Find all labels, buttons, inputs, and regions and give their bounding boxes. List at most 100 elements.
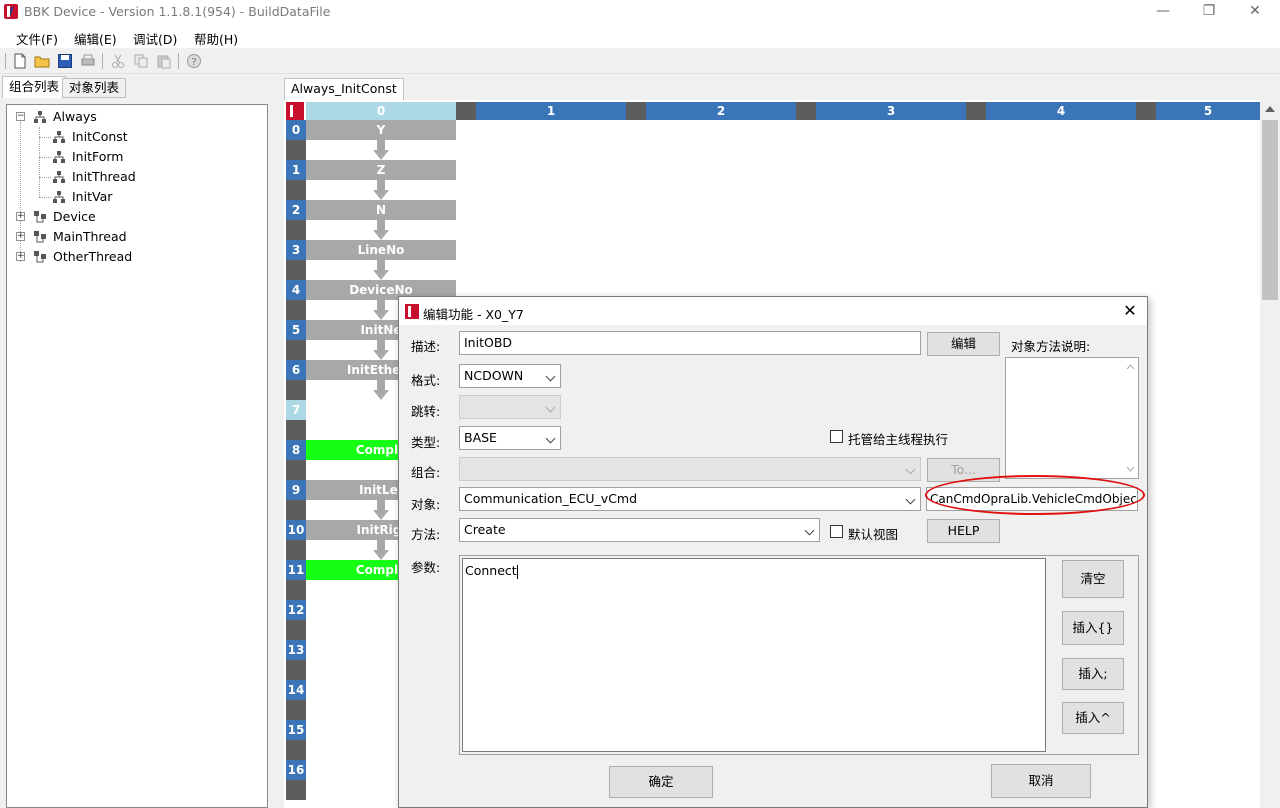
tree-node-device[interactable]: + Device	[15, 207, 255, 227]
row-gap	[286, 580, 306, 600]
expand-icon[interactable]: +	[16, 212, 25, 221]
cut-icon[interactable]	[110, 53, 126, 69]
menu-help[interactable]: 帮助(H)	[194, 29, 238, 48]
row-header[interactable]: 11	[286, 560, 306, 580]
method-desc-label: 对象方法说明:	[1011, 339, 1091, 354]
scroll-up-icon[interactable]	[1265, 106, 1275, 112]
collapse-icon[interactable]: −	[16, 112, 25, 121]
object-select[interactable]: Communication_ECU_vCmd	[459, 487, 921, 511]
column-header[interactable]: 5	[1156, 102, 1260, 120]
minimize-button[interactable]: —	[1140, 0, 1186, 24]
tab-group-list[interactable]: 组合列表	[2, 76, 67, 98]
tab-always-initconst[interactable]: Always_InitConst	[284, 78, 404, 100]
chevron-down-icon	[545, 402, 556, 413]
expand-icon[interactable]: +	[16, 232, 25, 241]
object-label: 对象:	[411, 497, 441, 512]
row-header[interactable]: 13	[286, 640, 306, 660]
tree-node-initconst[interactable]: InitConst	[15, 127, 255, 147]
new-file-icon[interactable]	[12, 53, 28, 69]
default-view-checkbox[interactable]	[830, 525, 843, 538]
group-select[interactable]	[459, 457, 921, 481]
row-header[interactable]: 9	[286, 480, 306, 500]
tab-object-list[interactable]: 对象列表	[62, 78, 127, 98]
column-header[interactable]: 0	[306, 102, 456, 120]
jump-select[interactable]	[459, 395, 561, 419]
tree-node-always[interactable]: − Always	[15, 107, 255, 127]
row-gap	[286, 260, 306, 280]
help-button[interactable]: HELP	[927, 519, 1000, 543]
dialog-title: 编辑功能 - X0_Y7	[423, 307, 524, 322]
grid-cell[interactable]: Z	[306, 160, 456, 180]
insert-caret-button[interactable]: 插入^	[1062, 702, 1124, 734]
jump-label: 跳转:	[411, 404, 441, 419]
tree-node-initthread[interactable]: InitThread	[15, 167, 255, 187]
row-header[interactable]: 2	[286, 200, 306, 220]
method-description-box[interactable]	[1005, 357, 1139, 479]
row-header[interactable]: 12	[286, 600, 306, 620]
toolbar-separator	[178, 53, 179, 69]
menu-file[interactable]: 文件(F)	[16, 29, 58, 48]
print-icon[interactable]	[80, 53, 96, 69]
open-folder-icon[interactable]	[34, 53, 50, 69]
dialog-close-button[interactable]: ✕	[1115, 299, 1145, 323]
vertical-scrollbar[interactable]	[1260, 100, 1280, 808]
chevron-down-icon	[545, 433, 556, 444]
param-textarea[interactable]: Connect	[462, 558, 1046, 752]
param-frame: Connect 清空 插入{} 插入; 插入^	[459, 555, 1139, 755]
help-icon[interactable]: ?	[186, 53, 202, 69]
row-header[interactable]: 3	[286, 240, 306, 260]
row-header[interactable]: 7	[286, 400, 306, 420]
row-header[interactable]: 0	[286, 120, 306, 140]
row-header[interactable]: 10	[286, 520, 306, 540]
tree-node-mainthread[interactable]: + MainThread	[15, 227, 255, 247]
tree-node-label: MainThread	[53, 229, 127, 244]
insert-braces-button[interactable]: 插入{}	[1062, 611, 1124, 645]
expand-icon[interactable]: +	[16, 252, 25, 261]
scrollbar-thumb[interactable]	[1262, 120, 1278, 300]
delegate-main-thread-checkbox[interactable]	[830, 430, 843, 443]
row-header[interactable]: 15	[286, 720, 306, 740]
grid-cell[interactable]: LineNo	[306, 240, 456, 260]
column-header[interactable]: 1	[476, 102, 626, 120]
type-label: 类型:	[411, 435, 441, 450]
menu-debug[interactable]: 调试(D)	[133, 29, 177, 48]
desc-label: 描述:	[411, 339, 441, 354]
row-gap	[286, 220, 306, 240]
row-header[interactable]: 5	[286, 320, 306, 340]
column-header[interactable]: 4	[986, 102, 1136, 120]
row-header[interactable]: 8	[286, 440, 306, 460]
scroll-down-icon[interactable]	[1126, 466, 1135, 472]
ok-button[interactable]: 确定	[609, 766, 713, 798]
tree-node-otherthread[interactable]: + OtherThread	[15, 247, 255, 267]
menu-edit[interactable]: 编辑(E)	[74, 29, 117, 48]
scroll-up-icon[interactable]	[1126, 364, 1135, 370]
edit-button[interactable]: 编辑	[927, 332, 1000, 356]
cancel-button[interactable]: 取消	[991, 764, 1091, 798]
grid-cell[interactable]: Y	[306, 120, 456, 140]
paste-icon[interactable]	[156, 53, 172, 69]
insert-semicolon-button[interactable]: 插入;	[1062, 658, 1124, 690]
row-header[interactable]: 1	[286, 160, 306, 180]
flow-arrow-icon	[371, 220, 391, 240]
row-header[interactable]: 14	[286, 680, 306, 700]
title-bar: BBK Device - Version 1.1.8.1(954) - Buil…	[0, 0, 1280, 24]
tree-node-label: InitVar	[72, 189, 113, 204]
tree-node-initform[interactable]: InitForm	[15, 147, 255, 167]
column-header[interactable]: 3	[816, 102, 966, 120]
grid-cell[interactable]: N	[306, 200, 456, 220]
save-icon[interactable]	[57, 53, 73, 69]
tree-node-initvar[interactable]: InitVar	[15, 187, 255, 207]
tree-node-label: Device	[53, 209, 96, 224]
maximize-button[interactable]: ❐	[1186, 0, 1232, 24]
copy-icon[interactable]	[133, 53, 149, 69]
row-header[interactable]: 4	[286, 280, 306, 300]
clear-button[interactable]: 清空	[1062, 560, 1124, 598]
close-button[interactable]: ✕	[1232, 0, 1278, 24]
row-header[interactable]: 16	[286, 760, 306, 780]
row-header[interactable]: 6	[286, 360, 306, 380]
column-header[interactable]: 2	[646, 102, 796, 120]
method-select[interactable]: Create	[459, 518, 820, 542]
type-select[interactable]: BASE	[459, 426, 561, 450]
format-select[interactable]: NCDOWN	[459, 364, 561, 388]
desc-input[interactable]: InitOBD	[459, 331, 921, 355]
